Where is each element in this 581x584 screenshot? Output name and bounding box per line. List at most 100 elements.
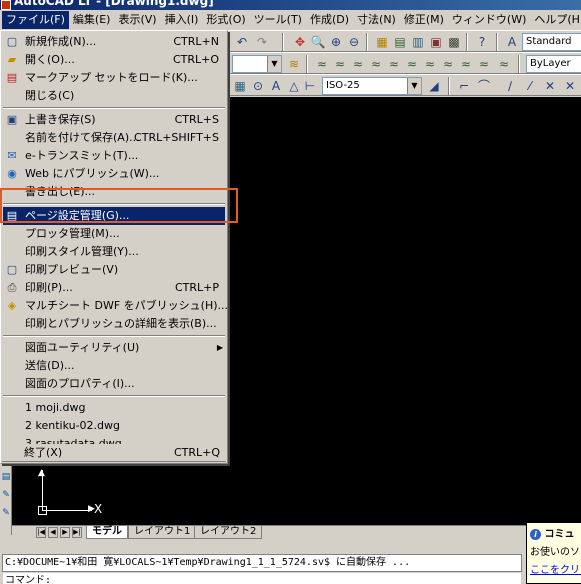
dim-linear-icon[interactable]: ⊢ <box>302 78 318 94</box>
etransmit-icon: ✉ <box>7 149 17 162</box>
layer-tool-3-icon[interactable]: ≈ <box>350 56 366 72</box>
menu-item-open[interactable]: ▰ 開く(O)... CTRL+O <box>3 51 225 69</box>
menu-item-close[interactable]: 閉じる(C) <box>3 87 225 105</box>
menu-item-publish-dwf[interactable]: ◈ マルチシート DWF をパブリッシュ(H)... <box>3 297 228 315</box>
redo-icon[interactable]: ↷ <box>254 34 270 50</box>
menu-item-save[interactable]: ▣ 上書き保存(S) CTRL+S <box>3 111 225 129</box>
layer-tool-5-icon[interactable]: ≈ <box>386 56 402 72</box>
dim-arc-icon[interactable]: ⌒ <box>476 78 492 94</box>
draw-tool-24-icon[interactable]: ✎ <box>1 490 11 500</box>
menu-item-plot-details[interactable]: 印刷とパブリッシュの詳細を表示(B)... <box>3 315 225 333</box>
layer-combo[interactable]: ▼ <box>232 55 282 73</box>
window-title: AutoCAD LT - [Drawing1.dwg] <box>14 0 214 8</box>
menu-draw[interactable]: 作成(D) <box>306 11 353 29</box>
dimstyle-combo[interactable]: ISO-25 ▼ <box>322 77 422 95</box>
cross-tool-1-icon[interactable]: ✕ <box>542 78 558 94</box>
text-style-combo[interactable]: Standard <box>522 33 581 51</box>
menu-item-etransmit[interactable]: ✉ e-トランスミット(T)... <box>3 147 225 165</box>
layer-previous-icon[interactable]: ≋ <box>286 56 302 72</box>
menu-item-print[interactable]: ⎙ 印刷(P)... CTRL+P <box>3 279 225 297</box>
menu-item-new[interactable]: ▢ 新規作成(N)... CTRL+N <box>3 33 225 51</box>
draw-tool-25-icon[interactable]: ✎ <box>1 508 11 518</box>
file-menu-dropdown: ▢ 新規作成(N)... CTRL+N ▰ 開く(O)... CTRL+O ▤ … <box>0 30 228 464</box>
menu-view[interactable]: 表示(V) <box>114 11 160 29</box>
command-prompt[interactable]: コマンド: <box>2 572 522 584</box>
toolbar-separator <box>306 55 308 73</box>
line-tool-icon[interactable]: ∕ <box>502 78 518 94</box>
menu-item-exit[interactable]: 終了(X) CTRL+Q <box>2 444 226 462</box>
layer-tool-8-icon[interactable]: ≈ <box>440 56 456 72</box>
markup-manager-icon[interactable]: ▣ <box>428 34 444 50</box>
zoom-window-icon[interactable]: ⊕ <box>328 34 344 50</box>
menu-help[interactable]: ヘルプ(H) <box>530 11 581 29</box>
toolbar-separator <box>518 55 520 73</box>
tab-model[interactable]: モデル <box>86 526 128 539</box>
menu-item-print-preview[interactable]: ▢ 印刷プレビュー(V) <box>3 261 225 279</box>
dim-style-icon[interactable]: ◢ <box>426 78 442 94</box>
menu-format[interactable]: 形式(O) <box>202 11 249 29</box>
zoom-realtime-icon[interactable]: 🔍 <box>310 34 326 50</box>
design-center-icon[interactable]: ▤ <box>392 34 408 50</box>
menu-item-plot-style-manager[interactable]: 印刷スタイル管理(Y)... <box>3 243 225 261</box>
tab-layout2[interactable]: レイアウト2 <box>194 526 263 539</box>
color-combo[interactable]: ByLayer <box>526 55 581 73</box>
menu-window[interactable]: ウィンドウ(W) <box>448 11 530 29</box>
text-style-icon[interactable]: A <box>504 34 520 50</box>
properties-icon[interactable]: ▦ <box>374 34 390 50</box>
command-history: C:¥DOCUME~1¥和田 寛¥LOCALS~1¥Temp¥Drawing1_… <box>2 554 522 572</box>
menu-tools[interactable]: ツール(T) <box>250 11 306 29</box>
notification-balloon[interactable]: i コミュ お使いのソ ここをクリッ <box>526 522 581 584</box>
open-folder-icon: ▰ <box>7 53 17 66</box>
menu-item-load-markup[interactable]: ▤ マークアップ セットをロード(K)... <box>3 69 225 87</box>
tool-palettes-icon[interactable]: ▥ <box>410 34 426 50</box>
menu-item-save-as[interactable]: 名前を付けて保存(A)... CTRL+SHIFT+S <box>3 129 225 147</box>
toolbar-separator <box>448 77 450 95</box>
draw-tool-23-icon[interactable]: ▤ <box>1 472 11 482</box>
menu-dimension[interactable]: 寸法(N) <box>353 11 400 29</box>
layer-tool-4-icon[interactable]: ≈ <box>368 56 384 72</box>
dim-continue-icon[interactable]: ⌐ <box>456 78 472 94</box>
menu-item-recent-1[interactable]: 1 moji.dwg <box>3 399 225 417</box>
tab-next-icon[interactable]: ▶ <box>60 527 70 538</box>
help-icon[interactable]: ? <box>474 34 490 50</box>
menu-item-plotter-manager[interactable]: プロッタ管理(M)... <box>3 225 225 243</box>
layer-tool-10-icon[interactable]: ≈ <box>476 56 492 72</box>
new-file-icon: ▢ <box>6 35 18 48</box>
dim-tool-1-icon[interactable]: ▦ <box>232 78 248 94</box>
cross-tool-2-icon[interactable]: ✕ <box>562 78 578 94</box>
menu-item-drawing-utilities[interactable]: 図面ユーティリティ(U) ▶ <box>3 339 225 357</box>
pan-icon[interactable]: ✥ <box>292 34 308 50</box>
layer-tool-1-icon[interactable]: ≈ <box>314 56 330 72</box>
tab-first-icon[interactable]: |◀ <box>36 527 46 538</box>
xline-tool-icon[interactable]: ⁄ <box>522 78 538 94</box>
layer-tool-7-icon[interactable]: ≈ <box>422 56 438 72</box>
layer-tool-6-icon[interactable]: ≈ <box>404 56 420 72</box>
autocad-app-icon[interactable] <box>1 0 11 10</box>
menu-item-drawing-properties[interactable]: 図面のプロパティ(I)... <box>3 375 225 393</box>
dim-update-icon[interactable]: △ <box>286 78 302 94</box>
info-icon: i <box>530 529 541 540</box>
tab-prev-icon[interactable]: ◀ <box>48 527 58 538</box>
menu-file[interactable]: ファイル(F) <box>2 11 69 29</box>
menu-item-publish-web[interactable]: ◉ Web にパブリッシュ(W)... <box>3 165 225 183</box>
undo-icon[interactable]: ↶ <box>234 34 250 50</box>
menu-separator <box>3 395 225 397</box>
layer-tool-2-icon[interactable]: ≈ <box>332 56 348 72</box>
menu-item-recent-2[interactable]: 2 kentiku-02.dwg <box>3 417 225 435</box>
layer-tool-11-icon[interactable]: ≈ <box>496 56 512 72</box>
text-style-value: Standard <box>526 36 572 47</box>
layer-tool-9-icon[interactable]: ≈ <box>458 56 474 72</box>
menu-edit[interactable]: 編集(E) <box>69 11 115 29</box>
dim-center-icon[interactable]: ⊙ <box>250 78 266 94</box>
tab-last-icon[interactable]: ▶| <box>72 527 82 538</box>
tab-layout1[interactable]: レイアウト1 <box>128 526 197 539</box>
menu-modify[interactable]: 修正(M) <box>400 11 448 29</box>
calculator-icon[interactable]: ▩ <box>446 34 462 50</box>
menu-insert[interactable]: 挿入(I) <box>161 11 203 29</box>
menu-item-send[interactable]: 送信(D)... <box>3 357 225 375</box>
balloon-link[interactable]: ここをクリッ <box>530 561 581 576</box>
chevron-down-icon[interactable]: ▼ <box>407 78 421 94</box>
chevron-down-icon[interactable]: ▼ <box>267 56 281 72</box>
dim-text-icon[interactable]: A <box>268 78 284 94</box>
zoom-previous-icon[interactable]: ⊖ <box>346 34 362 50</box>
